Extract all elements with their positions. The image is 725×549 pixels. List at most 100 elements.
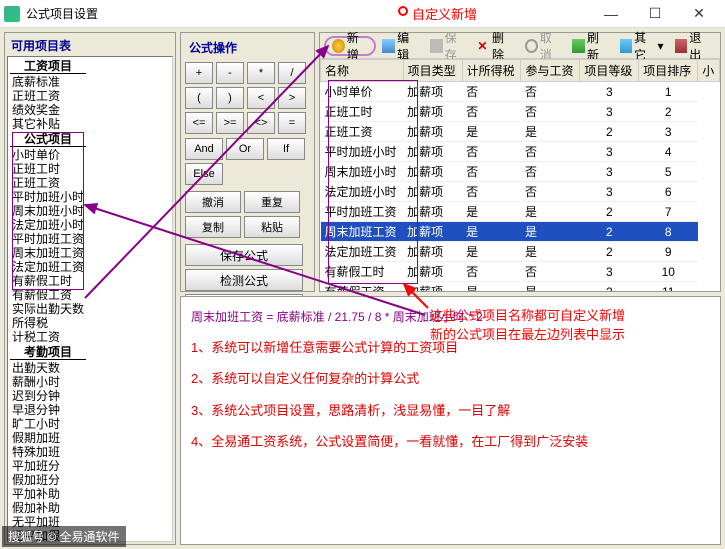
operator-button[interactable]: <> [247,112,275,134]
table-cell: 是 [521,282,580,292]
list-item[interactable]: 正班工资 [10,89,170,103]
list-item[interactable]: 正班工资 [10,176,170,190]
list-item[interactable]: 周末加班工资 [10,246,170,260]
list-item[interactable]: 法定加班小时 [10,218,170,232]
table-cell: 否 [462,182,521,202]
operator-button[interactable]: * [247,62,275,84]
column-header[interactable]: 项目排序 [639,60,698,82]
logic-button[interactable]: Or [226,138,264,160]
list-item[interactable]: 假加班分 [10,473,170,487]
table-cell: 否 [521,262,580,282]
column-header[interactable]: 计所得税 [462,60,521,82]
close-button[interactable]: ✕ [677,0,721,28]
operator-button[interactable]: > [278,87,306,109]
list-item[interactable]: 其它补贴 [10,117,170,131]
table-row[interactable]: 法定加班工资加薪项是是29 [321,242,720,262]
list-group: 考勤项目 [10,345,86,360]
delete-button[interactable]: ✕删除 [472,36,518,56]
save-button[interactable]: 保存 [425,36,471,56]
list-item[interactable]: 平加补助 [10,487,170,501]
table-cell: 8 [639,222,698,242]
list-item[interactable]: 平时加班工资 [10,232,170,246]
list-item[interactable]: 周末加班小时 [10,204,170,218]
column-header[interactable]: 小 [698,60,720,82]
note-3: 3、系统公式项目设置，思路清析，浅显易懂，一目了解 [191,397,710,424]
list-item[interactable]: 平加班分 [10,459,170,473]
left-panel-header: 可用项目表 [7,35,173,56]
list-item[interactable]: 法定加班工资 [10,260,170,274]
refresh-button[interactable]: 刷新 [567,36,613,56]
table-row[interactable]: 正班工资加薪项是是23 [321,122,720,142]
table-cell: 有薪假工资 [321,282,404,292]
formula-action-button[interactable]: 检测公式 [185,269,303,291]
logic-button[interactable]: If [267,138,305,160]
table-cell: 2 [580,242,639,262]
table-row[interactable]: 周末加班小时加薪项否否35 [321,162,720,182]
column-header[interactable]: 参与工资 [521,60,580,82]
list-item[interactable]: 小时单价 [10,148,170,162]
edit-button-small[interactable]: 复制 [185,216,241,238]
table-row[interactable]: 法定加班小时加薪项否否36 [321,182,720,202]
operator-button[interactable]: = [278,112,306,134]
list-item[interactable]: 平时加班小时 [10,190,170,204]
formula-action-button[interactable]: 保存公式 [185,244,303,266]
list-item[interactable]: 假期加班 [10,431,170,445]
list-item[interactable]: 有薪假工资 [10,288,170,302]
logic-button[interactable]: Else [185,163,223,185]
table-row[interactable]: 有薪假工资加薪项是是211 [321,282,720,292]
operator-button[interactable]: <= [185,112,213,134]
item-list[interactable]: 工资项目底薪标准正班工资绩效奖金其它补贴公式项目小时单价正班工时正班工资平时加班… [7,56,173,542]
table-cell: 否 [462,162,521,182]
column-header[interactable]: 名称 [321,60,404,82]
maximize-button[interactable]: ☐ [633,0,677,28]
logic-button[interactable]: And [185,138,223,160]
edit-button[interactable]: 编辑 [377,36,423,56]
operator-button[interactable]: / [278,62,306,84]
table-cell: 否 [521,182,580,202]
table-cell: 加薪项 [403,102,462,122]
list-item[interactable]: 绩效奖金 [10,103,170,117]
list-item[interactable]: 特殊加班 [10,445,170,459]
exit-button[interactable]: 退出 [670,36,716,56]
list-item[interactable]: 计税工资 [10,330,170,344]
app-icon [4,6,20,22]
new-button[interactable]: 新增 [324,36,376,56]
table-row[interactable]: 平时加班小时加薪项否否34 [321,142,720,162]
list-item[interactable]: 正班工时 [10,162,170,176]
operator-button[interactable]: - [216,62,244,84]
operator-button[interactable]: >= [216,112,244,134]
table-cell: 3 [580,102,639,122]
list-item[interactable]: 早退分钟 [10,403,170,417]
operator-header: 公式操作 [185,37,310,58]
operator-button[interactable]: ( [185,87,213,109]
annotation-circle-icon [398,6,408,16]
list-item[interactable]: 出勤天数 [10,361,170,375]
list-item[interactable]: 实际出勤天数 [10,302,170,316]
column-header[interactable]: 项目等级 [580,60,639,82]
operator-button[interactable]: < [247,87,275,109]
table-row[interactable]: 正班工时加薪项否否32 [321,102,720,122]
table-cell: 否 [462,142,521,162]
data-grid[interactable]: 名称项目类型计所得税参与工资项目等级项目排序小小时单价加薪项否否31正班工时加薪… [320,59,720,291]
other-button[interactable]: 其它▾ [615,36,669,56]
edit-button-small[interactable]: 撤消 [185,191,241,213]
table-row[interactable]: 有薪假工时加薪项否否310 [321,262,720,282]
edit-button-small[interactable]: 重复 [244,191,300,213]
list-item[interactable]: 薪酬小时 [10,375,170,389]
list-item[interactable]: 旷工小时 [10,417,170,431]
column-header[interactable]: 项目类型 [403,60,462,82]
operator-button[interactable]: + [185,62,213,84]
list-item[interactable]: 有薪假工时 [10,274,170,288]
operator-button[interactable]: ) [216,87,244,109]
list-item[interactable]: 迟到分钟 [10,389,170,403]
table-row[interactable]: 小时单价加薪项否否31 [321,82,720,102]
list-item[interactable]: 所得税 [10,316,170,330]
cancel-button[interactable]: 取消 [520,36,566,56]
table-row[interactable]: 周末加班工资加薪项是是28 [321,222,720,242]
list-item[interactable]: 假加补助 [10,501,170,515]
operator-panel: 公式操作 +-*/()<><=>=<>= AndOrIfElse 撤消重复复制粘… [180,32,315,292]
edit-button-small[interactable]: 粘贴 [244,216,300,238]
minimize-button[interactable]: — [589,0,633,28]
list-item[interactable]: 底薪标准 [10,75,170,89]
table-row[interactable]: 平时加班工资加薪项是是27 [321,202,720,222]
